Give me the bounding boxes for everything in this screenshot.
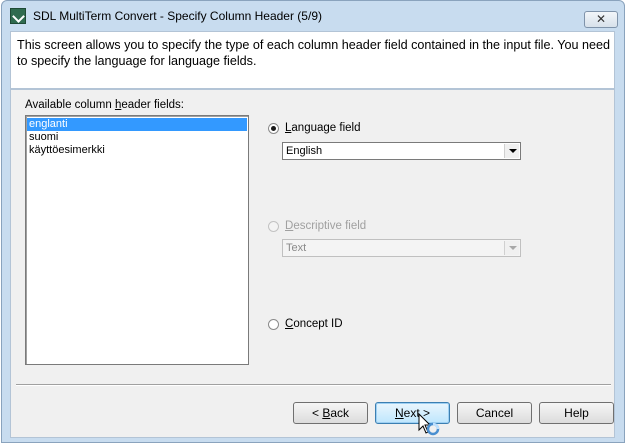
instruction-text: This screen allows you to specify the ty… (17, 38, 610, 68)
concept-id-label[interactable]: Concept ID (285, 318, 343, 330)
column-header-list[interactable]: englanti suomi käyttöesimerkki (25, 115, 249, 365)
chevron-down-icon[interactable] (504, 144, 519, 158)
descriptive-field-radio[interactable] (268, 221, 279, 232)
descriptive-field-label[interactable]: Descriptive field (285, 220, 366, 232)
language-select[interactable]: English (282, 142, 521, 160)
descriptive-select-value: Text (286, 242, 307, 254)
multiterm-app-icon (10, 8, 26, 24)
cancel-button[interactable]: Cancel (457, 402, 532, 424)
concept-id-radio[interactable] (268, 319, 279, 330)
dialog-window: SDL MultiTerm Convert - Specify Column H… (1, 0, 625, 443)
list-item-kayttoesimerkki[interactable]: käyttöesimerkki (27, 144, 247, 157)
content-panel: Available column header fields: englanti… (10, 89, 615, 438)
language-field-radio[interactable] (268, 123, 279, 134)
list-item-suomi[interactable]: suomi (27, 131, 247, 144)
available-fields-label: Available column header fields: (25, 99, 184, 111)
title-bar[interactable]: SDL MultiTerm Convert - Specify Column H… (2, 1, 624, 31)
instruction-panel: This screen allows you to specify the ty… (10, 31, 615, 89)
busy-cursor-icon (418, 413, 440, 436)
button-separator (16, 384, 611, 386)
chevron-down-icon[interactable] (504, 241, 519, 255)
descriptive-select[interactable]: Text (282, 239, 521, 257)
close-button[interactable]: ✕ (584, 11, 618, 28)
help-button[interactable]: Help (539, 402, 614, 424)
window-title: SDL MultiTerm Convert - Specify Column H… (33, 9, 322, 23)
language-select-value: English (286, 145, 323, 157)
language-field-label[interactable]: Language field (285, 122, 360, 134)
close-icon: ✕ (595, 12, 607, 26)
list-item-englanti[interactable]: englanti (27, 118, 247, 131)
back-button[interactable]: < Back (293, 402, 368, 424)
